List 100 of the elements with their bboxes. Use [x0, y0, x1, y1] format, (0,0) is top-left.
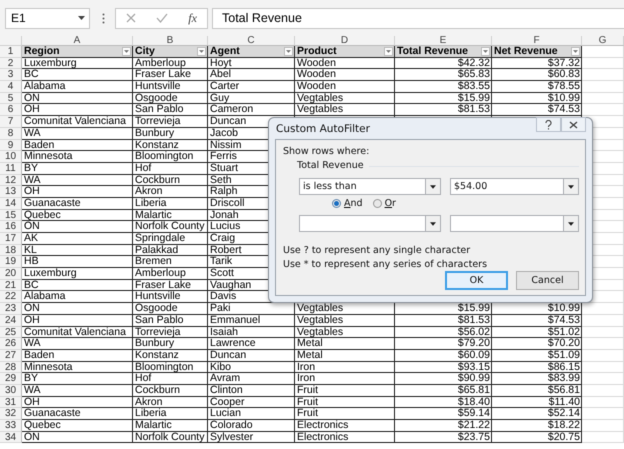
radio-label[interactable]: Or — [384, 198, 396, 209]
row-number[interactable]: 8 — [0, 128, 22, 140]
column-header[interactable]: A — [22, 36, 133, 46]
empty-cell[interactable] — [582, 81, 624, 93]
table-cell: Malartic — [133, 420, 208, 432]
row-number[interactable]: 16 — [0, 221, 22, 233]
row-number[interactable]: 26 — [0, 338, 22, 350]
empty-cell[interactable] — [582, 362, 624, 374]
row-number[interactable]: 34 — [0, 432, 22, 444]
empty-cell[interactable] — [582, 338, 624, 350]
filter-button[interactable] — [122, 46, 131, 56]
row-number[interactable]: 1 — [0, 46, 22, 58]
table-cell: Sylvester — [208, 432, 295, 444]
row-number[interactable]: 9 — [0, 140, 22, 152]
dropdown-icon[interactable] — [568, 222, 574, 226]
row-number[interactable]: 22 — [0, 291, 22, 304]
row-number[interactable]: 31 — [0, 396, 22, 408]
row-number[interactable]: 27 — [0, 350, 22, 362]
operator-dropdown[interactable]: is less than — [299, 178, 441, 195]
close-button[interactable] — [561, 117, 586, 132]
table-cell: Kibo — [208, 362, 295, 374]
table-cell: Duncan — [208, 350, 295, 362]
dropdown-icon[interactable] — [568, 184, 574, 188]
empty-cell[interactable] — [582, 384, 624, 397]
dropdown-icon — [483, 50, 488, 53]
radio-button[interactable] — [332, 199, 341, 208]
row-number[interactable]: 4 — [0, 81, 22, 93]
radio-button[interactable] — [372, 199, 382, 208]
help-icon — [545, 120, 552, 130]
name-box[interactable]: E1 — [5, 8, 90, 28]
value-dropdown[interactable]: $54.00 — [450, 178, 579, 195]
help-button[interactable] — [536, 117, 561, 132]
row-number[interactable]: 14 — [0, 198, 22, 210]
row-number[interactable]: 18 — [0, 244, 22, 256]
dropdown-icon[interactable] — [430, 184, 436, 188]
row-number[interactable]: 10 — [0, 151, 22, 163]
column-header[interactable]: F — [492, 36, 582, 46]
row-number[interactable]: 11 — [0, 162, 22, 175]
column-header[interactable]: G — [582, 36, 624, 46]
row-number[interactable]: 3 — [0, 69, 22, 82]
dropdown-icon[interactable] — [430, 222, 436, 226]
row-number[interactable]: 23 — [0, 303, 22, 315]
empty-cell[interactable] — [582, 350, 624, 362]
select-all-corner[interactable] — [0, 36, 22, 46]
empty-cell[interactable] — [582, 326, 624, 338]
row-number[interactable]: 24 — [0, 314, 22, 326]
filter-button[interactable] — [384, 46, 393, 56]
column-header[interactable]: E — [395, 36, 492, 46]
row-number[interactable]: 7 — [0, 116, 22, 128]
empty-cell[interactable] — [582, 373, 624, 385]
dialog-button[interactable]: Cancel — [516, 271, 579, 290]
empty-cell[interactable] — [582, 408, 624, 420]
empty-cell[interactable] — [582, 58, 624, 70]
filter-button[interactable] — [197, 46, 206, 56]
column-header[interactable]: C — [208, 36, 295, 46]
column-header[interactable]: D — [295, 36, 395, 46]
row-number[interactable]: 12 — [0, 174, 22, 186]
empty-cell[interactable] — [582, 104, 624, 116]
empty-cell[interactable] — [582, 69, 624, 82]
row-number[interactable]: 30 — [0, 384, 22, 397]
table-cell: Amberloup — [133, 268, 208, 280]
row-number[interactable]: 20 — [0, 268, 22, 280]
dialog-button[interactable]: OK — [445, 271, 508, 290]
row-number[interactable]: 33 — [0, 420, 22, 432]
row-number[interactable]: 5 — [0, 92, 22, 104]
table-cell: Clinton — [208, 384, 295, 397]
table-cell: Guy — [208, 92, 295, 104]
table-cell: Electronics — [295, 420, 395, 432]
row-number[interactable]: 19 — [0, 256, 22, 268]
empty-cell[interactable] — [582, 420, 624, 432]
row-number[interactable]: 21 — [0, 280, 22, 292]
row-number[interactable]: 32 — [0, 408, 22, 420]
table-cell: KL — [22, 244, 133, 256]
column-title: Agent — [210, 46, 240, 57]
check-icon[interactable] — [156, 13, 168, 23]
table-cell: OH — [22, 186, 133, 198]
table-cell: San Pablo — [133, 104, 208, 116]
row-number[interactable]: 6 — [0, 104, 22, 116]
row-number[interactable]: 15 — [0, 210, 22, 222]
row-number[interactable]: 28 — [0, 362, 22, 374]
filter-button[interactable] — [571, 46, 580, 56]
empty-cell[interactable] — [582, 432, 624, 444]
empty-cell[interactable] — [582, 314, 624, 326]
more-icon[interactable] — [102, 12, 105, 24]
row-number[interactable]: 13 — [0, 186, 22, 198]
row-number[interactable]: 17 — [0, 233, 22, 245]
table-cell: $42.32 — [395, 58, 492, 70]
radio-label[interactable]: And — [344, 198, 363, 209]
row-number[interactable]: 2 — [0, 58, 22, 70]
row-number[interactable]: 29 — [0, 373, 22, 385]
empty-cell[interactable] — [582, 92, 624, 104]
insert-function-button[interactable]: fx — [188, 10, 197, 26]
table-cell: Osgoode — [133, 92, 208, 104]
column-header[interactable]: B — [133, 36, 208, 46]
filter-button[interactable] — [481, 46, 490, 56]
filter-button[interactable] — [284, 46, 293, 56]
cancel-icon[interactable] — [126, 13, 136, 23]
empty-cell[interactable] — [582, 396, 624, 408]
formula-field[interactable]: Total Revenue — [212, 8, 624, 28]
row-number[interactable]: 25 — [0, 326, 22, 338]
